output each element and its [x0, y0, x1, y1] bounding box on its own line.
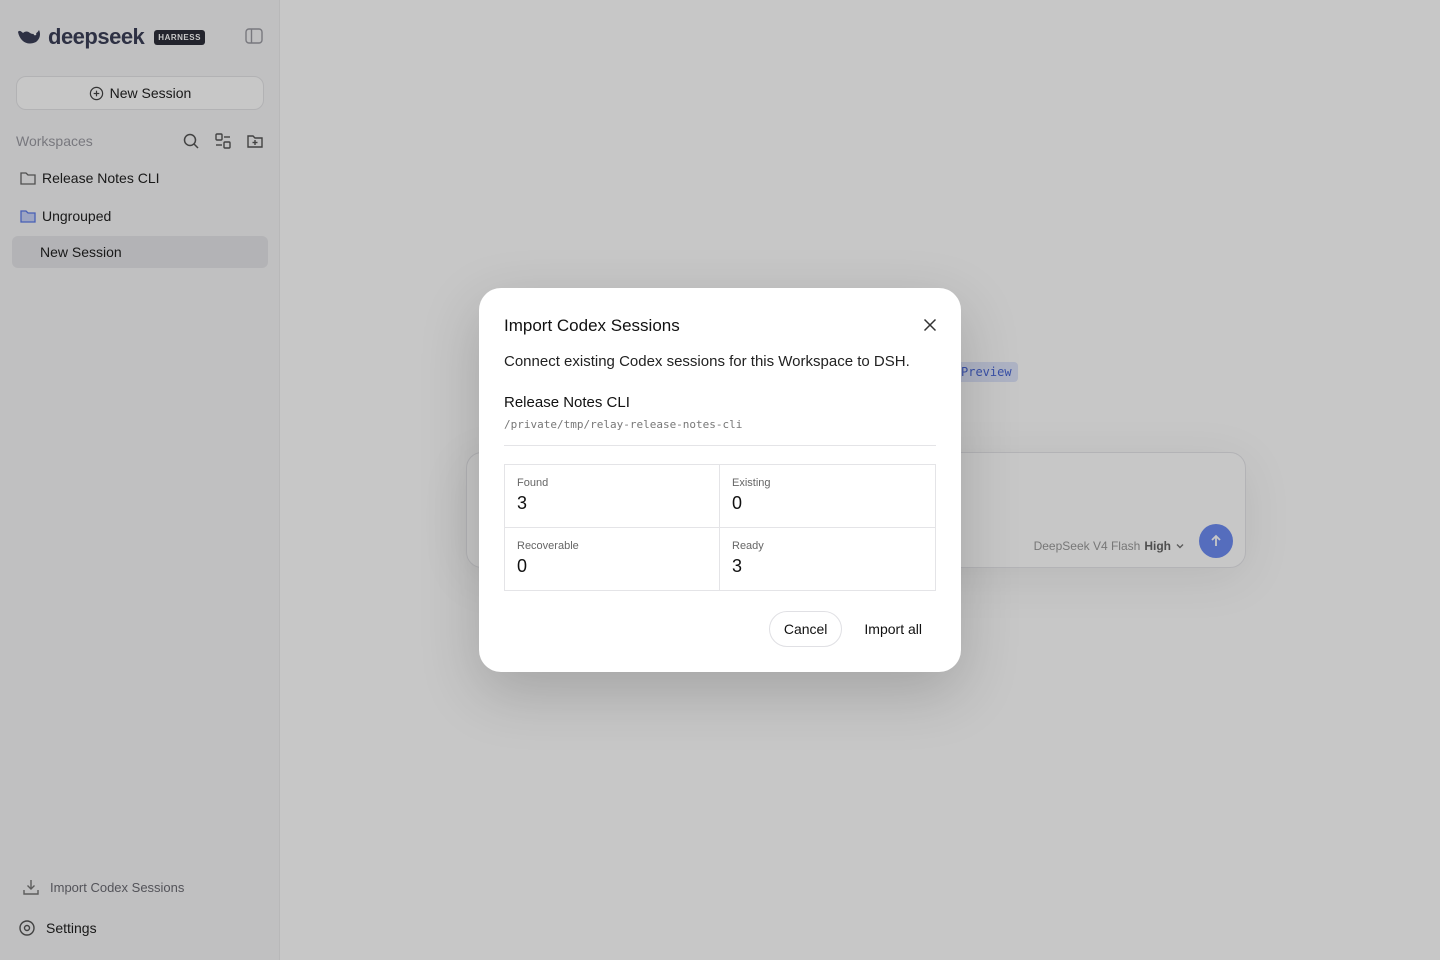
stat-label: Existing [732, 477, 771, 489]
import-codex-sessions-dialog: Import Codex Sessions Connect existing C… [479, 288, 961, 672]
dialog-description: Connect existing Codex sessions for this… [504, 353, 910, 370]
workspace-name: Release Notes CLI [504, 394, 630, 411]
stat-ready: Ready 3 [720, 528, 935, 591]
stat-label: Found [517, 477, 549, 489]
workspace-path: /private/tmp/relay-release-notes-cli [504, 418, 743, 431]
stat-existing: Existing 0 [720, 465, 935, 528]
import-all-button[interactable]: Import all [850, 611, 936, 647]
stat-recoverable: Recoverable 0 [505, 527, 720, 590]
divider [504, 445, 936, 446]
stats-grid: Found 3 Existing 0 Recoverable 0 Ready 3 [504, 464, 936, 591]
dialog-title: Import Codex Sessions [504, 316, 680, 335]
stat-value: 0 [732, 493, 743, 513]
stat-label: Ready [732, 539, 764, 552]
stat-found: Found 3 [505, 465, 720, 528]
close-icon[interactable] [921, 316, 939, 334]
cancel-button[interactable]: Cancel [768, 611, 843, 647]
stat-value: 0 [517, 555, 528, 576]
stat-value: 3 [517, 493, 528, 513]
stat-value: 3 [732, 555, 743, 576]
dialog-actions: Cancel Import all [768, 611, 936, 647]
stat-label: Recoverable [517, 539, 579, 552]
